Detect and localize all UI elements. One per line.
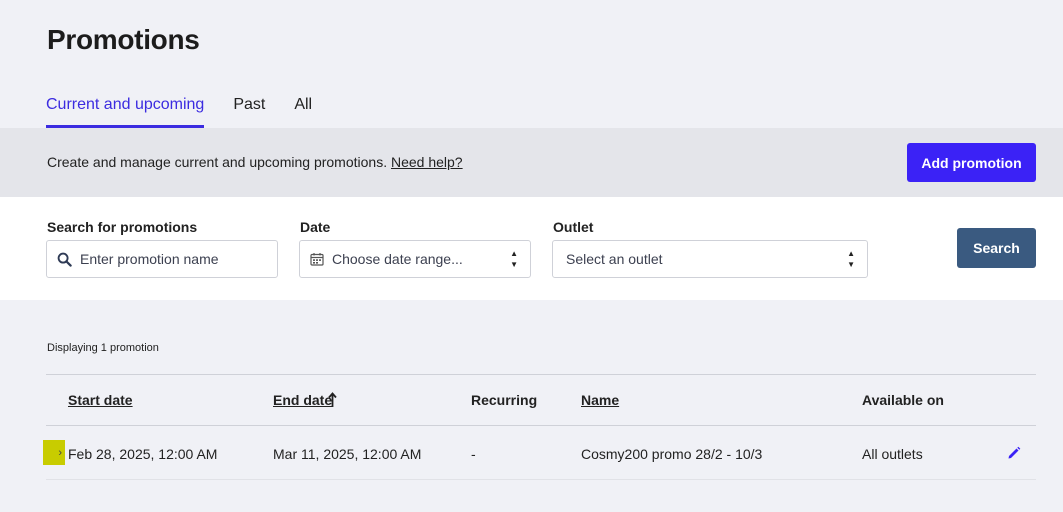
search-placeholder: Enter promotion name bbox=[80, 251, 219, 267]
date-placeholder: Choose date range... bbox=[332, 251, 463, 267]
pencil-icon[interactable] bbox=[1007, 446, 1021, 465]
select-arrows-icon: ▲ ▼ bbox=[847, 249, 855, 269]
results-count: Displaying 1 promotion bbox=[47, 342, 159, 354]
date-range-select[interactable]: Choose date range... ▲ ▼ bbox=[299, 240, 531, 278]
banner-description: Create and manage current and upcoming p… bbox=[47, 154, 388, 170]
tab-past[interactable]: Past bbox=[233, 94, 265, 128]
search-button[interactable]: Search bbox=[957, 228, 1036, 268]
info-banner: Create and manage current and upcoming p… bbox=[0, 128, 1063, 197]
tab-bar: Current and upcoming Past All bbox=[46, 94, 341, 128]
sort-arrow-up-icon bbox=[328, 392, 337, 413]
cell-recurring: - bbox=[471, 446, 476, 462]
cell-available-on: All outlets bbox=[862, 446, 923, 462]
search-input[interactable]: Enter promotion name bbox=[46, 240, 278, 278]
chevron-right-icon[interactable]: › bbox=[43, 440, 65, 465]
cell-start-date: Feb 28, 2025, 12:00 AM bbox=[68, 446, 218, 462]
calendar-icon bbox=[310, 252, 324, 266]
outlet-label: Outlet bbox=[553, 219, 594, 235]
tab-current-and-upcoming[interactable]: Current and upcoming bbox=[46, 94, 205, 128]
header-available-on: Available on bbox=[862, 392, 944, 408]
header-recurring: Recurring bbox=[471, 392, 538, 408]
table-row: › Feb 28, 2025, 12:00 AM Mar 11, 2025, 1… bbox=[43, 426, 1036, 480]
search-icon bbox=[57, 252, 72, 267]
banner-text: Create and manage current and upcoming p… bbox=[47, 154, 463, 170]
add-promotion-button[interactable]: Add promotion bbox=[907, 143, 1036, 182]
header-start-date[interactable]: Start date bbox=[68, 392, 133, 408]
page-title: Promotions bbox=[47, 24, 200, 55]
header-end-date-label: End date bbox=[273, 392, 333, 408]
filter-panel: Search for promotions Enter promotion na… bbox=[0, 197, 1063, 300]
header-end-date[interactable]: End date bbox=[273, 392, 332, 408]
tab-all[interactable]: All bbox=[294, 94, 312, 128]
outlet-placeholder: Select an outlet bbox=[566, 251, 663, 267]
cell-name: Cosmy200 promo 28/2 - 10/3 bbox=[581, 446, 763, 462]
cell-end-date: Mar 11, 2025, 12:00 AM bbox=[273, 446, 422, 462]
header-name[interactable]: Name bbox=[581, 392, 619, 408]
search-label: Search for promotions bbox=[47, 219, 198, 235]
need-help-link[interactable]: Need help? bbox=[391, 154, 463, 170]
promotions-table: Start date End date Recurring Name Avail… bbox=[43, 374, 1036, 480]
date-label: Date bbox=[300, 219, 331, 235]
select-arrows-icon: ▲ ▼ bbox=[510, 249, 518, 269]
table-header: Start date End date Recurring Name Avail… bbox=[46, 374, 1036, 426]
outlet-select[interactable]: Select an outlet ▲ ▼ bbox=[552, 240, 868, 278]
